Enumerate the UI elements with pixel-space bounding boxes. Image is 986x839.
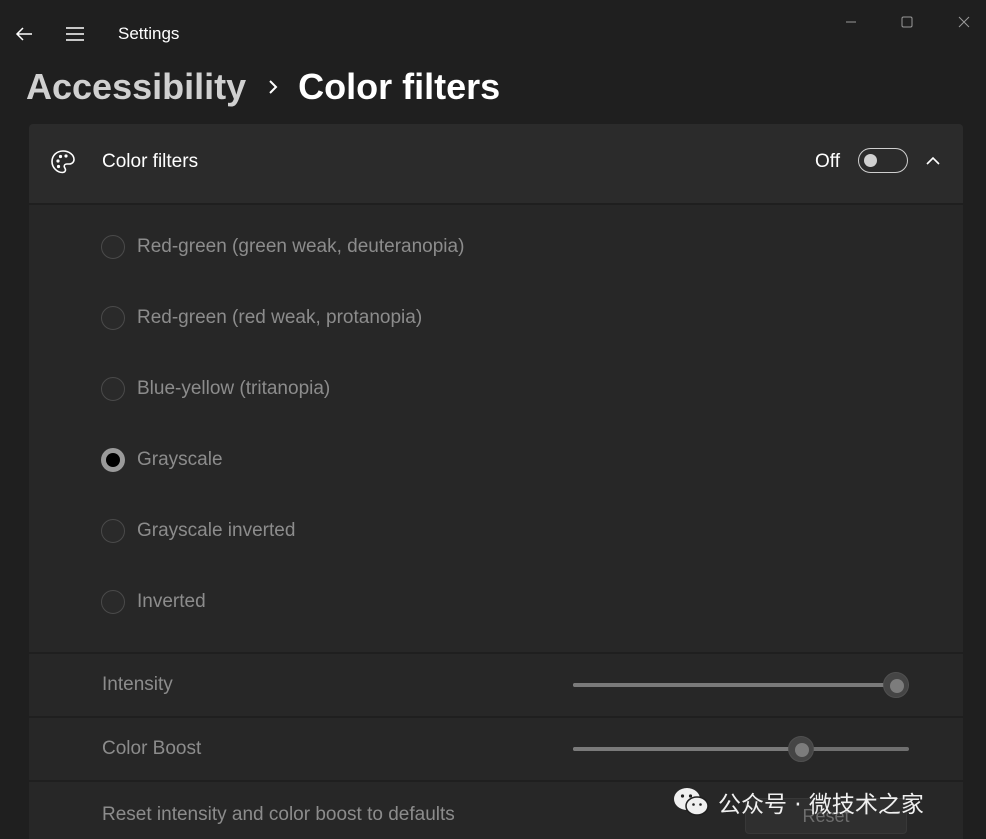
title-bar: Settings bbox=[0, 0, 986, 70]
color-boost-label: Color Boost bbox=[102, 738, 202, 759]
back-arrow-icon bbox=[15, 27, 32, 41]
intensity-slider[interactable] bbox=[573, 672, 909, 698]
back-button[interactable] bbox=[8, 18, 40, 50]
watermark: 公众号 · 微技术之家 bbox=[672, 782, 924, 822]
wechat-logo-icon bbox=[674, 788, 709, 816]
color-boost-slider[interactable] bbox=[573, 736, 909, 762]
radio-button[interactable] bbox=[101, 306, 125, 330]
color-filters-toggle[interactable] bbox=[858, 148, 908, 173]
breadcrumb-parent-link[interactable]: Accessibility bbox=[26, 66, 246, 108]
intensity-row: Intensity bbox=[29, 654, 963, 716]
radio-option-grayscale[interactable]: Grayscale bbox=[101, 445, 223, 475]
radio-option-label: Blue-yellow (tritanopia) bbox=[137, 378, 331, 399]
minimize-button[interactable] bbox=[831, 8, 871, 36]
close-icon bbox=[958, 16, 970, 28]
slider-thumb[interactable] bbox=[788, 736, 815, 762]
radio-option-label: Red-green (red weak, protanopia) bbox=[137, 307, 423, 328]
radio-option-grayscale-inverted[interactable]: Grayscale inverted bbox=[101, 516, 295, 546]
intensity-label: Intensity bbox=[102, 674, 173, 695]
radio-button[interactable] bbox=[101, 590, 125, 614]
chevron-up-icon bbox=[926, 156, 940, 165]
navigation-menu-button[interactable] bbox=[59, 18, 91, 50]
slider-fill bbox=[573, 747, 802, 751]
radio-option-inverted[interactable]: Inverted bbox=[101, 587, 206, 617]
radio-option-protanopia[interactable]: Red-green (red weak, protanopia) bbox=[101, 303, 422, 333]
app-title: Settings bbox=[118, 24, 180, 43]
radio-option-label: Red-green (green weak, deuteranopia) bbox=[137, 236, 465, 257]
maximize-icon bbox=[901, 16, 913, 28]
breadcrumb-chevron-icon bbox=[268, 79, 278, 95]
filter-options-panel: Red-green (green weak, deuteranopia) Red… bbox=[29, 205, 963, 652]
page-title: Color filters bbox=[298, 66, 501, 107]
palette-icon bbox=[51, 150, 75, 174]
radio-option-deuteranopia[interactable]: Red-green (green weak, deuteranopia) bbox=[101, 232, 464, 262]
color-filters-header[interactable]: Color filters Off bbox=[29, 124, 963, 203]
radio-option-tritanopia[interactable]: Blue-yellow (tritanopia) bbox=[101, 374, 330, 404]
close-button[interactable] bbox=[944, 8, 984, 36]
radio-option-label: Grayscale bbox=[137, 449, 223, 470]
radio-button-selected[interactable] bbox=[101, 448, 125, 472]
slider-fill bbox=[573, 683, 896, 687]
radio-option-label: Inverted bbox=[137, 591, 206, 612]
radio-button[interactable] bbox=[101, 235, 125, 259]
hamburger-menu-icon bbox=[66, 27, 84, 41]
toggle-state-label: Off bbox=[815, 151, 840, 172]
color-boost-row: Color Boost bbox=[29, 718, 963, 780]
color-filters-title: Color filters bbox=[102, 151, 199, 172]
slider-thumb[interactable] bbox=[882, 672, 909, 698]
maximize-button[interactable] bbox=[887, 8, 927, 36]
collapse-button[interactable] bbox=[920, 148, 946, 174]
radio-button[interactable] bbox=[101, 377, 125, 401]
radio-button[interactable] bbox=[101, 519, 125, 543]
minimize-icon bbox=[846, 21, 856, 23]
radio-option-label: Grayscale inverted bbox=[137, 520, 296, 541]
watermark-text: 公众号 · 微技术之家 bbox=[718, 792, 924, 818]
reset-label: Reset intensity and color boost to defau… bbox=[102, 804, 455, 825]
breadcrumb: Accessibility Color filters bbox=[26, 62, 500, 112]
toggle-knob bbox=[864, 154, 877, 167]
color-filters-card: Color filters Off Red-green (green weak,… bbox=[29, 124, 963, 839]
